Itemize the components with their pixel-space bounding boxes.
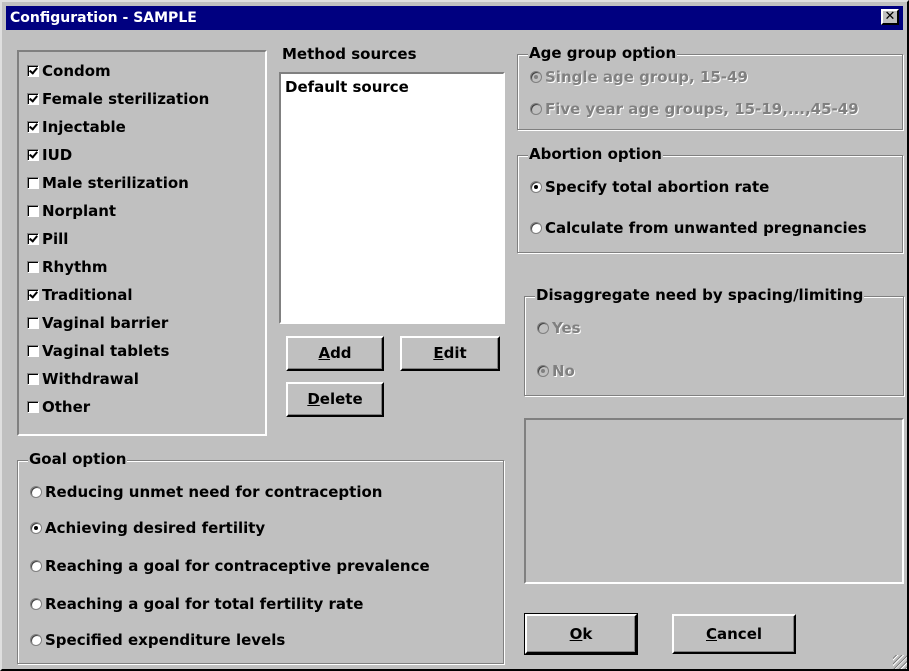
method-checkbox-injectable[interactable]: Injectable: [27, 117, 126, 137]
checkbox-icon: [27, 205, 39, 217]
window-title: Configuration - SAMPLE: [10, 10, 197, 26]
ok-button[interactable]: Ok: [524, 613, 638, 655]
radio-icon: [530, 71, 542, 83]
radio-icon: [537, 365, 549, 377]
method-sources-heading: Method sources: [282, 45, 417, 63]
method-checkbox-traditional[interactable]: Traditional: [27, 285, 133, 305]
radio-icon: [530, 181, 542, 193]
method-checkbox-female-sterilization[interactable]: Female sterilization: [27, 89, 209, 109]
abortion-specify-radio[interactable]: Specify total abortion rate: [530, 177, 769, 197]
checkbox-icon: [27, 233, 39, 245]
checkbox-icon: [27, 121, 39, 133]
disaggregate-legend: Disaggregate need by spacing/limiting: [535, 286, 865, 304]
add-source-button[interactable]: Add: [286, 336, 384, 371]
info-panel: [524, 418, 904, 584]
goal-legend: Goal option: [28, 450, 128, 468]
close-icon[interactable]: ✕: [881, 9, 899, 25]
method-checkbox-other[interactable]: Other: [27, 397, 90, 417]
method-checkbox-iud[interactable]: IUD: [27, 145, 72, 165]
method-checkbox-pill[interactable]: Pill: [27, 229, 68, 249]
age-five-year-radio[interactable]: Five year age groups, 15-19,...,45-49: [530, 99, 859, 119]
radio-icon: [30, 522, 42, 534]
radio-icon: [537, 322, 549, 334]
method-sources-list[interactable]: Default source: [279, 72, 505, 324]
abortion-calculate-radio[interactable]: Calculate from unwanted pregnancies: [530, 218, 867, 238]
method-checkbox-vaginal-tablets[interactable]: Vaginal tablets: [27, 341, 169, 361]
radio-icon: [30, 598, 42, 610]
goal-contraceptive-prevalence-radio[interactable]: Reaching a goal for contraceptive preval…: [30, 556, 430, 576]
checkbox-icon: [27, 93, 39, 105]
checkbox-icon: [27, 345, 39, 357]
radio-icon: [30, 634, 42, 646]
checkbox-icon: [27, 149, 39, 161]
method-checkbox-vaginal-barrier[interactable]: Vaginal barrier: [27, 313, 168, 333]
checkbox-icon: [27, 177, 39, 189]
title-bar[interactable]: Configuration - SAMPLE ✕: [6, 6, 903, 30]
radio-icon: [30, 560, 42, 572]
resize-grip-icon[interactable]: [893, 655, 907, 669]
checkbox-icon: [27, 289, 39, 301]
checkbox-icon: [27, 65, 39, 77]
abortion-legend: Abortion option: [528, 145, 663, 163]
goal-desired-fertility-radio[interactable]: Achieving desired fertility: [30, 518, 265, 538]
radio-icon: [530, 222, 542, 234]
cancel-button[interactable]: Cancel: [672, 614, 796, 654]
methods-panel: Condom Female sterilization Injectable I…: [17, 50, 267, 436]
goal-option-group: Goal option Reducing unmet need for cont…: [17, 450, 504, 664]
disaggregate-no-radio[interactable]: No: [537, 361, 575, 381]
goal-reducing-unmet-need-radio[interactable]: Reducing unmet need for contraception: [30, 482, 382, 502]
checkbox-icon: [27, 317, 39, 329]
delete-source-button[interactable]: Delete: [286, 382, 384, 417]
age-single-radio[interactable]: Single age group, 15-49: [530, 67, 748, 87]
goal-expenditure-levels-radio[interactable]: Specified expenditure levels: [30, 630, 285, 650]
age-group-legend: Age group option: [528, 44, 678, 62]
age-group-option-group: Age group option Single age group, 15-49…: [517, 44, 903, 130]
checkbox-icon: [27, 401, 39, 413]
checkbox-icon: [27, 261, 39, 273]
method-checkbox-male-sterilization[interactable]: Male sterilization: [27, 173, 189, 193]
disaggregate-option-group: Disaggregate need by spacing/limiting Ye…: [524, 286, 904, 396]
abortion-option-group: Abortion option Specify total abortion r…: [517, 145, 903, 253]
radio-icon: [530, 103, 542, 115]
method-checkbox-condom[interactable]: Condom: [27, 61, 111, 81]
method-checkbox-norplant[interactable]: Norplant: [27, 201, 116, 221]
method-checkbox-withdrawal[interactable]: Withdrawal: [27, 369, 139, 389]
radio-icon: [30, 486, 42, 498]
goal-total-fertility-rate-radio[interactable]: Reaching a goal for total fertility rate: [30, 594, 363, 614]
disaggregate-yes-radio[interactable]: Yes: [537, 318, 581, 338]
method-checkbox-rhythm[interactable]: Rhythm: [27, 257, 108, 277]
checkbox-icon: [27, 373, 39, 385]
edit-source-button[interactable]: Edit: [400, 336, 500, 371]
source-item-default[interactable]: Default source: [285, 78, 409, 96]
